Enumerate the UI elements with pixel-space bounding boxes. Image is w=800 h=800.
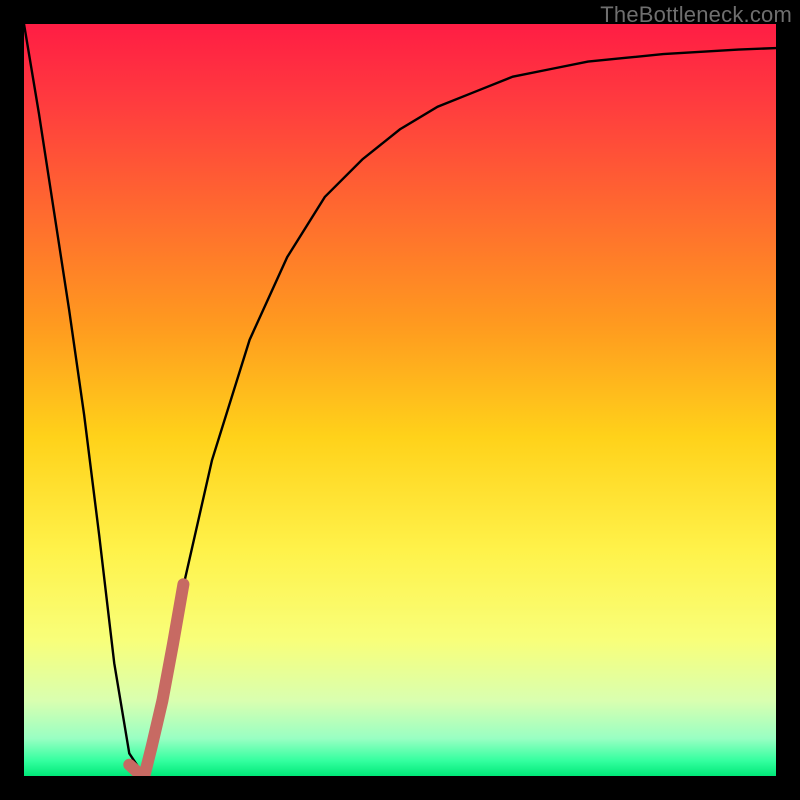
plot-area — [24, 24, 776, 776]
gradient-background — [24, 24, 776, 776]
chart-frame: TheBottleneck.com — [0, 0, 800, 800]
chart-svg — [24, 24, 776, 776]
